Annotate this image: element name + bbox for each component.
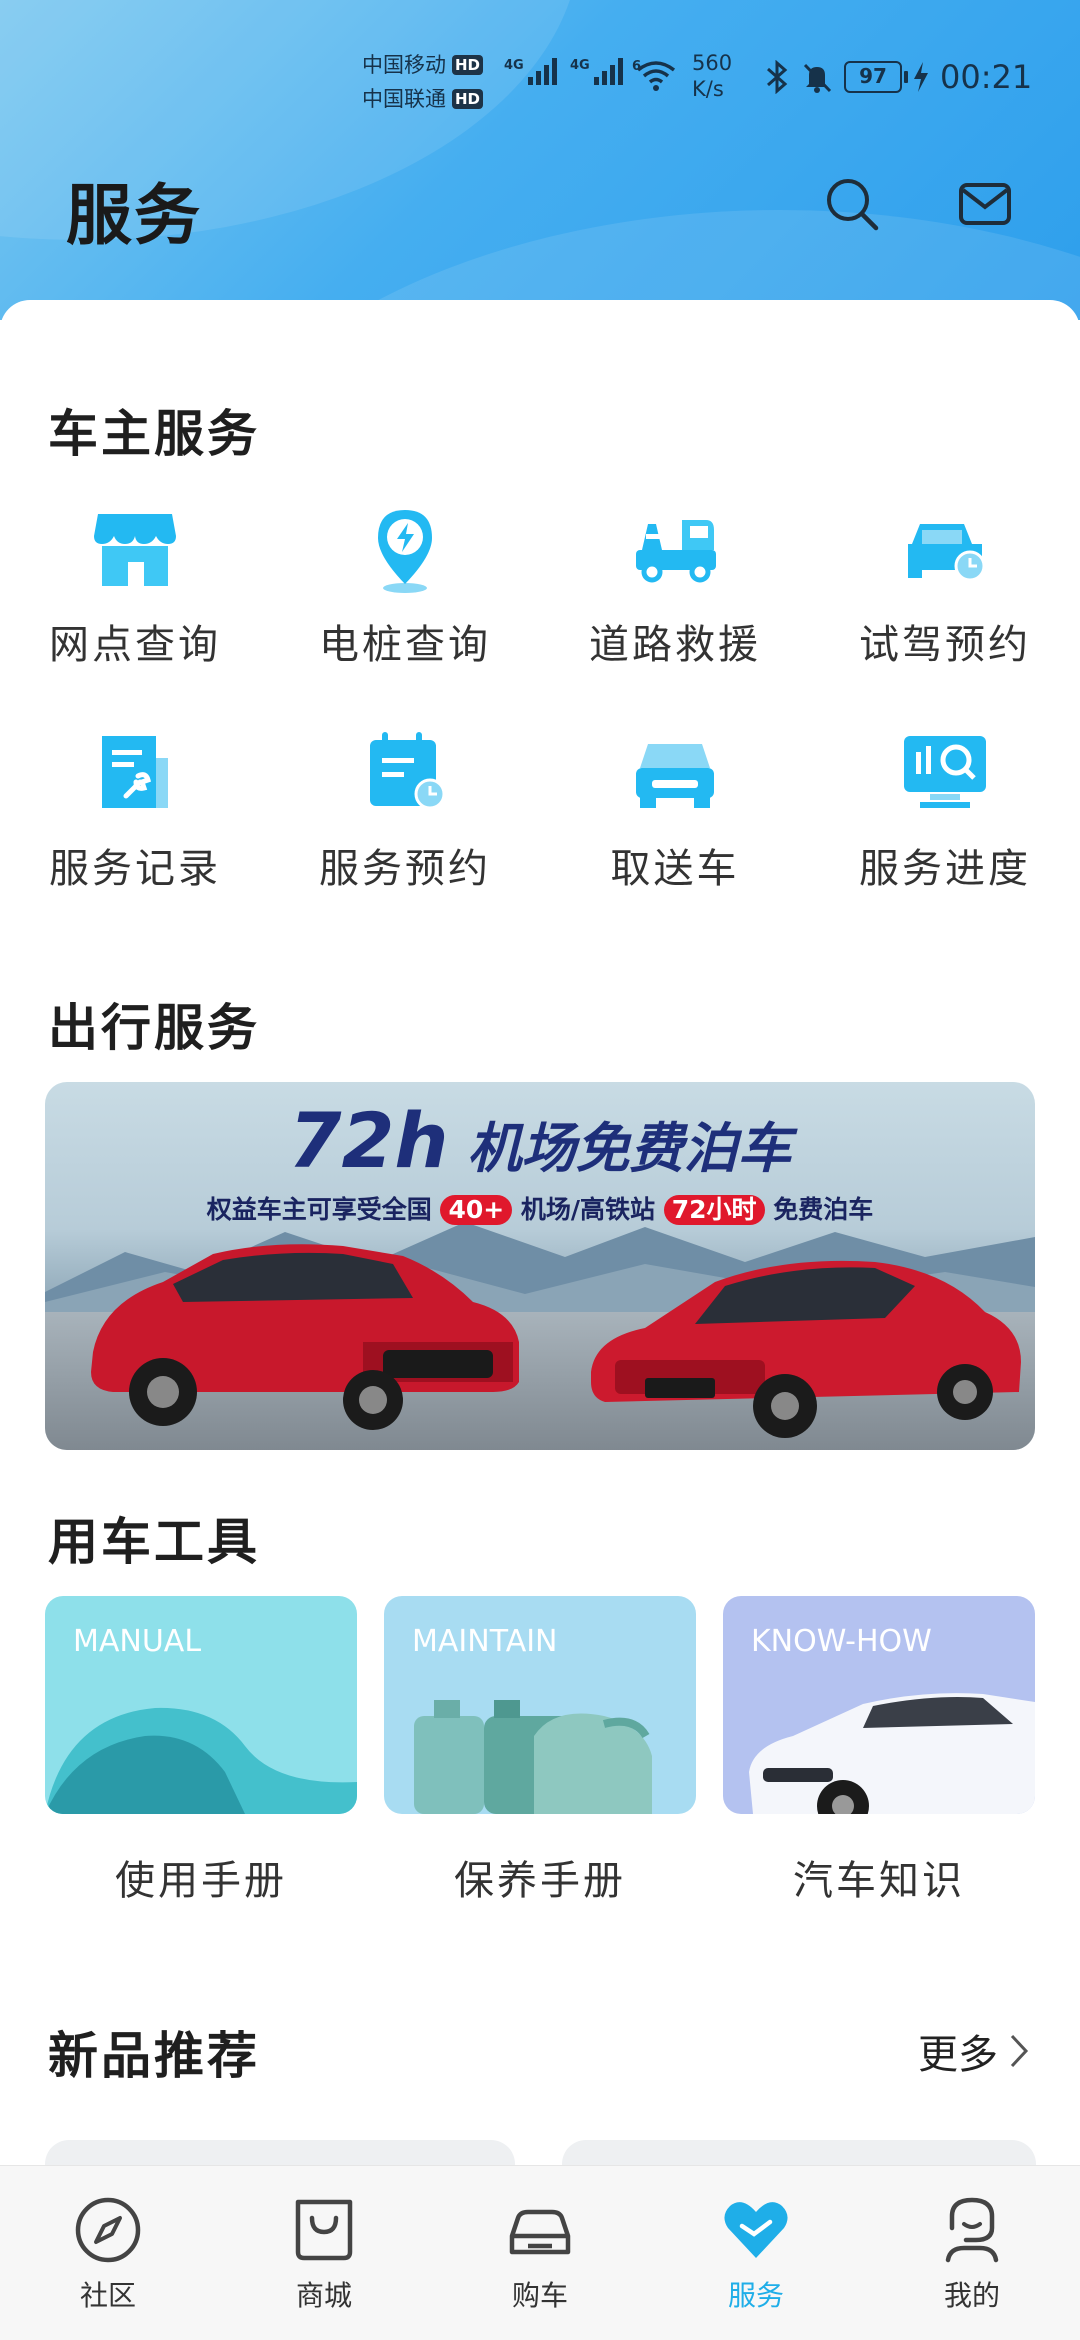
red-sedan-illustration [591,1260,1021,1438]
carrier-info: 中国移动 HD 中国联通 HD [362,48,484,116]
car-icon [509,2209,571,2255]
service-test-drive[interactable]: 试驾预约 [810,504,1080,670]
section-title-car-tools: 用车工具 [48,1513,260,1571]
mute-bell-icon [803,63,832,93]
service-progress[interactable]: 服务进度 [810,728,1080,894]
tool-card-maintain[interactable]: MAINTAIN [384,1596,696,1814]
chevron-right-icon [1010,2034,1029,2068]
nav-item-service[interactable]: 服务 [648,2194,864,2314]
document-wrench-icon [102,736,168,808]
profile-icon [945,2197,999,2263]
tool-label-maintain[interactable]: 保养手册 [384,1848,696,1906]
status-bar: 中国移动 HD 中国联通 HD 4G 4G 6 560 K/s 97 00:21 [0,44,1080,116]
charging-icon [914,62,928,92]
carrier-1: 中国移动 [362,53,446,77]
nav-item-mall[interactable]: 商城 [216,2194,432,2314]
banner-subtitle: 权益车主可享受全国 40+ 机场/高铁站 72小时 免费泊车 [206,1195,874,1225]
more-link[interactable]: 更多 [918,2022,1030,2080]
service-appointment[interactable]: 服务预约 [270,728,540,894]
page-title: 服务 [66,177,202,254]
service-records[interactable]: 服务记录 [0,728,270,894]
nav-item-buy-car[interactable]: 购车 [432,2194,648,2314]
search-icon[interactable] [822,174,882,234]
service-road-rescue[interactable]: 道路救援 [540,504,810,670]
tool-card-manual[interactable]: MANUAL [45,1596,357,1814]
highlight-pill: 40+ [440,1195,513,1225]
nav-item-community[interactable]: 社区 [0,2194,216,2314]
signal-icon: 4G [504,58,557,85]
red-suv-illustration [91,1244,519,1430]
calendar-clock-icon [370,732,446,810]
charging-pin-icon [378,510,432,593]
tool-label-manual[interactable]: 使用手册 [45,1848,357,1906]
section-title-travel-services: 出行服务 [48,999,260,1057]
car-clock-icon [908,524,986,582]
hd-badge: HD [452,89,484,109]
compass-icon [75,2197,141,2263]
network-speed: 560 K/s [692,51,733,101]
nav-item-profile[interactable]: 我的 [864,2194,1080,2314]
svg-text:6: 6 [632,59,641,74]
tow-truck-icon [636,520,716,583]
clock: 00:21 [940,58,1033,96]
wifi-icon: 6 [632,59,676,91]
heart-icon [724,2202,788,2258]
shopping-bag-icon [295,2199,353,2261]
section-title-owner-services: 车主服务 [48,405,260,463]
tool-label-knowhow[interactable]: 汽车知识 [723,1848,1035,1906]
banner-headline: 72h 机场免费泊车 [288,1096,792,1185]
highlight-pill: 72小时 [663,1195,765,1225]
hd-badge: HD [452,55,484,75]
carrier-2: 中国联通 [362,87,446,111]
service-pickup-delivery[interactable]: 取送车 [540,728,810,894]
service-charging-locator[interactable]: 电桩查询 [270,504,540,670]
battery-indicator: 97 [844,61,908,93]
signal-icon: 4G [570,58,623,85]
airport-parking-banner[interactable]: 72h 机场免费泊车 权益车主可享受全国 40+ 机场/高铁站 72小时 免费泊… [45,1082,1035,1450]
mail-icon[interactable] [956,174,1016,234]
bluetooth-icon [767,60,788,94]
service-store-locator[interactable]: 网点查询 [0,504,270,670]
car-front-icon [636,744,714,808]
bottom-navigation: 社区 商城 购车 服务 我的 [0,2165,1080,2340]
section-title-new-products: 新品推荐 [48,2027,260,2085]
store-icon [94,514,176,586]
tool-card-knowhow[interactable]: KNOW-HOW [723,1596,1035,1814]
monitor-search-icon [904,736,986,808]
